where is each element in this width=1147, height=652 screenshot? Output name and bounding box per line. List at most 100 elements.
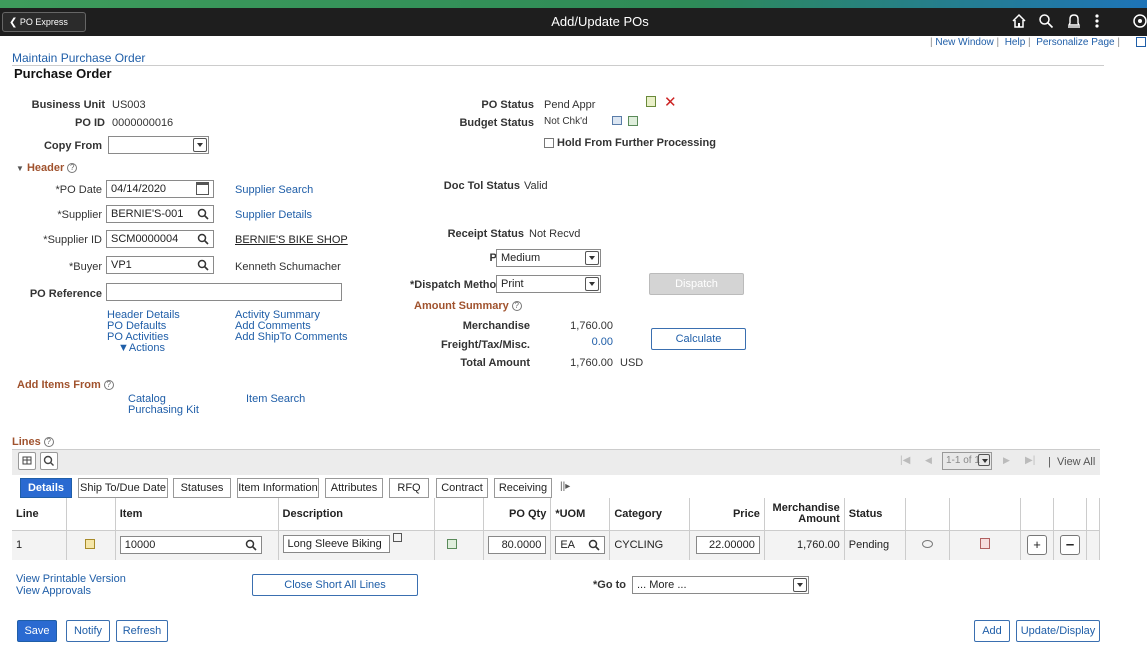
new-window-link[interactable]: New Window <box>935 37 993 48</box>
divider <box>12 65 1104 66</box>
comment-icon[interactable] <box>921 540 933 549</box>
view-all-link[interactable]: | View All <box>1048 456 1095 468</box>
dispatch-button[interactable]: Dispatch <box>649 273 744 295</box>
buyer-input[interactable]: VP1 <box>106 256 214 274</box>
buyer-name: Kenneth Schumacher <box>235 261 341 273</box>
calendar-icon[interactable] <box>196 182 209 195</box>
personalize-page-link[interactable]: Personalize Page <box>1036 37 1114 48</box>
pager-select[interactable]: 1-1 of 1 <box>942 452 992 470</box>
delete-row-button[interactable]: – <box>1060 535 1080 556</box>
col-merch-amount: Merchandise Amount <box>764 498 845 531</box>
col-status: Status <box>844 498 906 531</box>
col-category: Category <box>609 498 690 531</box>
last-page-icon[interactable]: ▶| <box>1025 455 1035 466</box>
navbar-icon[interactable] <box>1131 12 1147 30</box>
dispatch-method-label: *Dispatch Method <box>410 279 503 291</box>
search-icon[interactable] <box>588 539 600 551</box>
po-qty-input[interactable]: 80.0000 <box>488 536 547 555</box>
goto-select[interactable]: ... More ... <box>632 576 809 594</box>
help-link[interactable]: Help <box>1005 37 1026 48</box>
tab-receiving[interactable]: Receiving <box>494 478 552 498</box>
supplier-search-link[interactable]: Supplier Search <box>235 184 313 196</box>
calculate-button[interactable]: Calculate <box>651 328 746 350</box>
add-row-button[interactable]: + <box>1027 535 1048 556</box>
col-add <box>1020 498 1055 531</box>
supplier-details-link[interactable]: Supplier Details <box>235 209 312 221</box>
utility-links: | New Window | Help | Personalize Page | <box>930 37 1120 48</box>
chevron-down-icon <box>585 277 599 291</box>
supplier-input[interactable]: BERNIE'S-001 <box>106 205 214 223</box>
header-section-title[interactable]: ▼ Header? <box>16 162 78 174</box>
po-reference-input[interactable] <box>106 283 342 301</box>
description-input[interactable]: Long Sleeve Biking <box>282 534 390 553</box>
home-icon[interactable] <box>1011 13 1027 29</box>
back-button[interactable]: ❮ PO Express <box>2 12 86 32</box>
search-icon[interactable] <box>245 539 257 551</box>
actions-link[interactable]: ▼Actions <box>118 342 165 354</box>
page-settings-icon[interactable] <box>1136 37 1146 47</box>
add-button[interactable]: Add <box>974 620 1010 642</box>
search-icon[interactable] <box>197 233 209 245</box>
tab-contract[interactable]: Contract <box>436 478 488 498</box>
copy-from-select[interactable] <box>108 136 209 154</box>
item-input[interactable]: 10000 <box>119 536 262 555</box>
tab-ship-to-due-date[interactable]: Ship To/Due Date <box>78 478 168 498</box>
first-page-icon[interactable]: |◀ <box>900 455 910 466</box>
supplier-name-link[interactable]: BERNIE'S BIKE SHOP <box>235 234 348 246</box>
help-icon[interactable]: ? <box>67 163 78 174</box>
business-unit-label: Business Unit <box>31 99 105 111</box>
add-shipto-comments-link[interactable]: Add ShipTo Comments <box>235 331 348 343</box>
budget-check-icon[interactable] <box>612 116 622 125</box>
view-printable-link[interactable]: View Printable Version <box>16 573 126 585</box>
help-icon[interactable]: ? <box>511 301 522 312</box>
tab-details[interactable]: Details <box>20 478 72 498</box>
notify-button[interactable]: Notify <box>66 620 110 642</box>
budget-details-icon[interactable] <box>628 116 638 126</box>
find-button[interactable] <box>40 452 58 470</box>
item-details-icon[interactable] <box>446 538 457 549</box>
freight-value-link[interactable]: 0.00 <box>563 336 613 348</box>
expand-text-icon[interactable] <box>392 532 402 542</box>
delete-icon[interactable]: ✕ <box>664 93 677 111</box>
tab-item-information[interactable]: Item Information <box>237 478 319 498</box>
currency: USD <box>620 357 644 369</box>
po-date-input[interactable]: 04/14/2020 <box>106 180 214 198</box>
search-icon[interactable] <box>197 259 209 271</box>
page-header-title: Add/Update POs <box>551 14 649 29</box>
po-status-label: PO Status <box>481 99 534 111</box>
chevron-down-icon <box>793 578 807 592</box>
item-search-link[interactable]: Item Search <box>246 393 305 405</box>
line-details-icon[interactable] <box>85 538 96 549</box>
previous-page-icon[interactable]: ◀ <box>925 455 932 466</box>
personalize-grid-button[interactable] <box>18 452 36 470</box>
help-icon[interactable]: ? <box>43 437 54 448</box>
col-item-details <box>434 498 485 531</box>
tab-statuses[interactable]: Statuses <box>173 478 231 498</box>
price-input[interactable]: 22.00000 <box>695 536 760 555</box>
update-display-button[interactable]: Update/Display <box>1016 620 1100 642</box>
purchasing-kit-link[interactable]: Purchasing Kit <box>128 404 199 416</box>
save-button[interactable]: Save <box>17 620 57 642</box>
document-icon[interactable] <box>646 96 656 107</box>
notification-icon[interactable] <box>1066 12 1082 30</box>
priority-select[interactable]: Medium <box>496 249 601 267</box>
show-all-columns-icon[interactable]: ||▸ <box>560 481 570 492</box>
tab-rfq[interactable]: RFQ <box>389 478 429 498</box>
dispatch-method-select[interactable]: Print <box>496 275 601 293</box>
tab-attributes[interactable]: Attributes <box>325 478 383 498</box>
uom-input[interactable]: EA <box>555 536 606 555</box>
hold-checkbox[interactable] <box>544 138 554 148</box>
more-actions-icon[interactable] <box>1093 13 1101 29</box>
col-line-details <box>66 498 116 531</box>
help-icon[interactable]: ? <box>103 380 114 391</box>
view-approvals-link[interactable]: View Approvals <box>16 585 91 597</box>
schedule-icon[interactable] <box>980 538 991 550</box>
refresh-button[interactable]: Refresh <box>116 620 168 642</box>
supplier-id-input[interactable]: SCM0000004 <box>106 230 214 248</box>
search-icon[interactable] <box>1038 13 1054 29</box>
search-icon[interactable] <box>197 208 209 220</box>
next-page-icon[interactable]: ▶ <box>1003 455 1010 466</box>
table-row: 1 10000 Long Sleeve Biking 80.0000 EA CY… <box>12 530 1101 560</box>
close-short-button[interactable]: Close Short All Lines <box>252 574 418 596</box>
po-reference-label: PO Reference <box>29 288 102 300</box>
